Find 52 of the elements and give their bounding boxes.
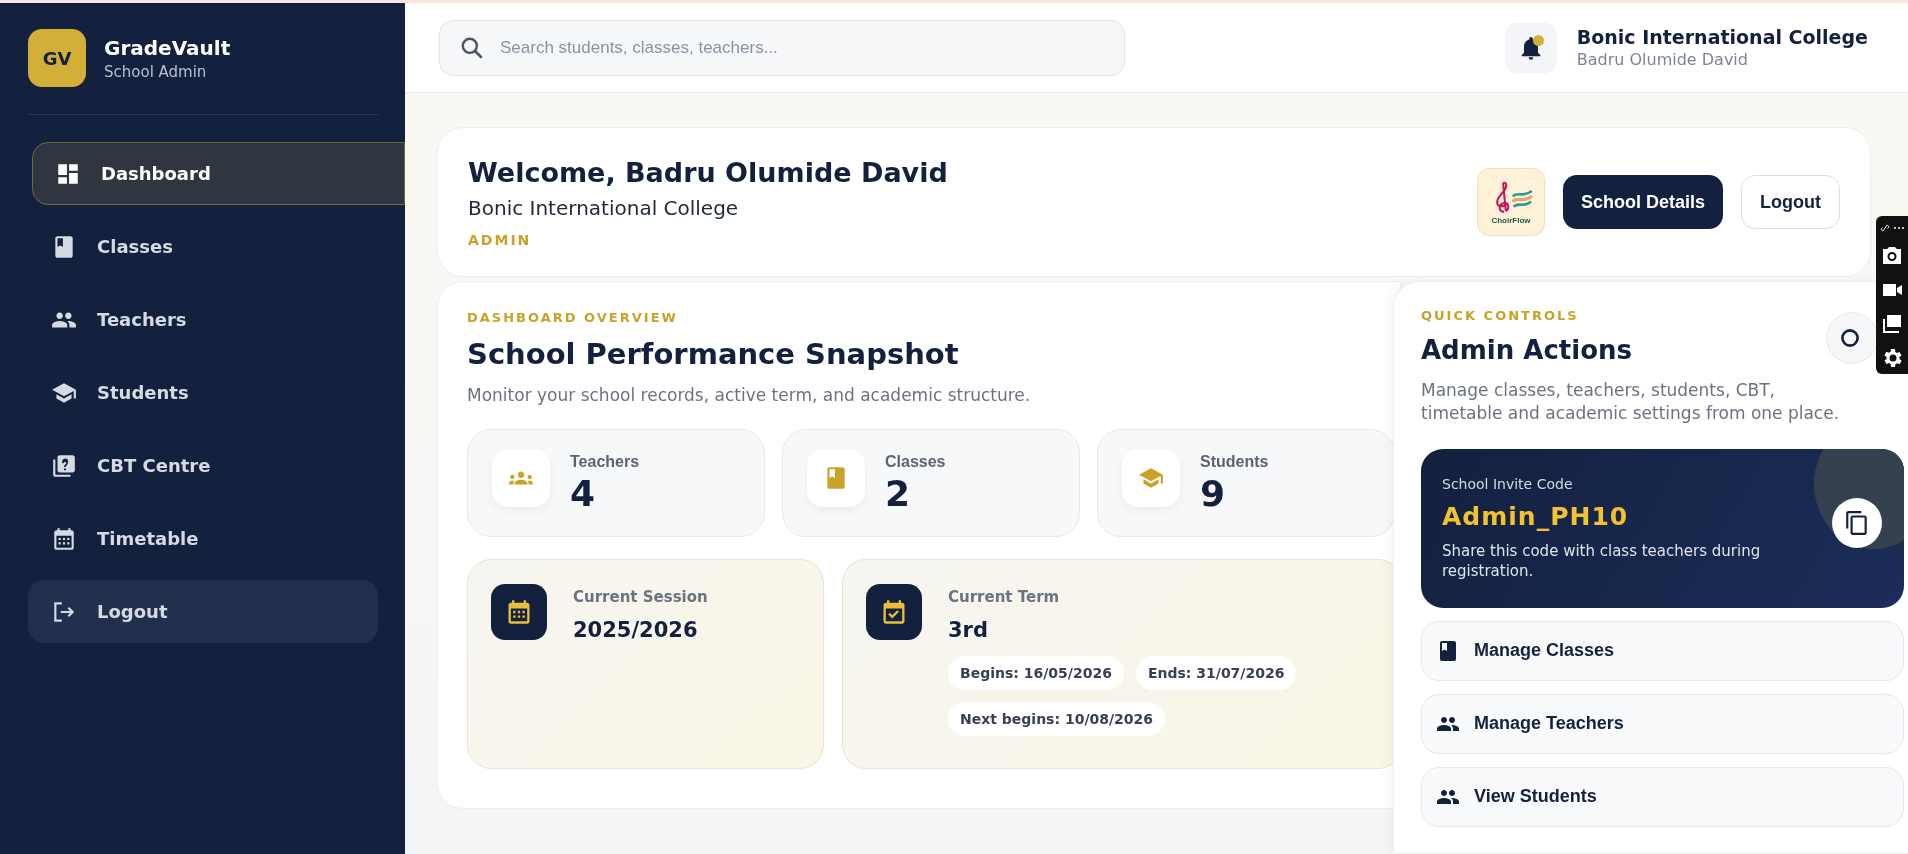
logout-button[interactable]: Logout [28,580,378,643]
action-button[interactable]: Manage Classes [1421,620,1904,681]
stat-label: Students [1200,452,1269,471]
school-name: Bonic International College [1576,26,1868,48]
copy-icon [1844,510,1870,537]
section-description: Monitor your school records, active term, and academic structure. [467,385,1032,405]
role-label: ADMIN [468,231,533,248]
school-name: Bonic International College [468,195,740,220]
sidebar-item[interactable]: Teachers [28,288,378,351]
action-button[interactable]: View Students [1421,766,1904,827]
more-icon[interactable] [1893,226,1905,230]
logout-button[interactable]: Logout [1741,175,1840,229]
section-eyebrow: DASHBOARD OVERVIEW [467,310,679,325]
question-card-icon [51,452,77,479]
invite-note: Share this code with class teachers during registration. [1442,540,1762,582]
date-chip: Ends: 31/07/2026 [1135,656,1297,690]
invite-code: Admin_PH10 [1442,501,1630,531]
invite-label: School Invite Code [1442,475,1574,492]
action-button[interactable]: Manage Teachers [1421,693,1904,754]
user-name: Badru Olumide David [1576,50,1749,69]
notification-button[interactable] [1504,21,1557,74]
term-value: 3rd [948,618,989,642]
logo-badge: GV [28,29,86,87]
sidebar-item[interactable]: Students [28,361,378,424]
search-field[interactable]: Search students, classes, teachers... [439,19,1125,76]
section-title: School Performance Snapshot [467,337,959,371]
stat-value: 9 [1200,472,1227,514]
calendar-icon [51,525,77,552]
section-description: Manage classes, teachers, students, CBT, timetable and academic settings from one place. [1421,379,1841,425]
sidebar-item[interactable]: Dashboard [32,142,405,205]
sidebar-item[interactable]: Classes [28,215,378,278]
welcome-title: Welcome, Badru Olumide David [468,156,948,188]
section-title: Admin Actions [1421,335,1633,365]
stat-value: 2 [885,472,912,514]
logo-caption: ChoirFlow [1491,215,1531,225]
stat-value: 4 [570,472,597,514]
link-icon [1879,222,1891,234]
session-value: 2025/2026 [573,618,699,642]
session-label: Current Session [573,588,708,606]
windows-icon[interactable] [1880,312,1904,336]
app-subtitle: School Admin [104,62,208,81]
date-chip: Begins: 16/05/2026 [948,656,1124,690]
date-chip: Next begins: 10/08/2026 [948,702,1166,736]
school-details-button[interactable]: School Details [1563,175,1723,229]
section-eyebrow: QUICK CONTROLS [1421,308,1580,323]
stat-label: Teachers [570,452,640,471]
term-label: Current Term [948,588,1061,606]
sidebar-item[interactable]: CBT Centre [28,434,378,497]
stat-label: Classes [885,452,946,471]
round-button[interactable] [1826,312,1878,364]
sidebar-item[interactable]: Timetable [28,507,378,570]
app-name: GradeVault [104,35,231,60]
